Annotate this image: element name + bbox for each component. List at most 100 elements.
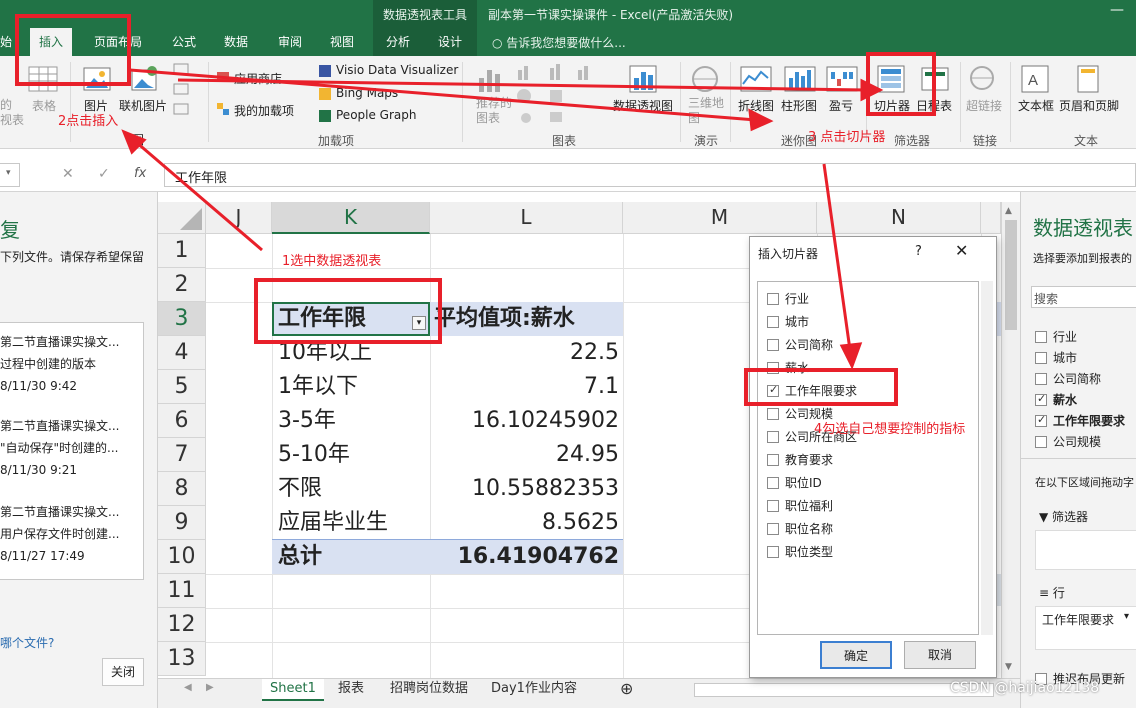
add-sheet-icon[interactable]: ⊕ bbox=[620, 679, 633, 701]
row-header-8[interactable]: 8 bbox=[158, 472, 206, 506]
chip-dropdown-icon[interactable]: ▾ bbox=[1124, 611, 1129, 622]
slicer-field-industry[interactable]: 行业 bbox=[767, 290, 809, 307]
checkbox[interactable] bbox=[767, 293, 779, 305]
help-icon[interactable]: ? bbox=[915, 244, 922, 259]
checkbox[interactable] bbox=[1035, 436, 1047, 448]
recovery-file-item[interactable]: 第二节直播课实操文... 用户保存文件时创建... 8/11/27 17:49 bbox=[0, 501, 119, 567]
close-icon[interactable]: ✕ bbox=[955, 241, 968, 260]
column-header-partial[interactable] bbox=[981, 202, 1001, 234]
column-header-K[interactable]: K bbox=[272, 202, 430, 234]
recommended-charts-button[interactable]: 推荐的 图表 bbox=[476, 96, 512, 126]
bing-maps-addin[interactable]: Bing Maps bbox=[336, 86, 398, 100]
tab-view[interactable]: 视图 bbox=[330, 33, 354, 50]
name-box-dropdown-icon[interactable]: ▾ bbox=[6, 168, 11, 178]
checkbox[interactable] bbox=[1035, 352, 1047, 364]
tell-me-box[interactable]: ○ 告诉我您想要做什么... bbox=[492, 34, 626, 51]
my-addins-button[interactable]: 我的加载项 bbox=[234, 102, 294, 119]
checkbox[interactable] bbox=[767, 316, 779, 328]
visio-addin[interactable]: Visio Data Visualizer bbox=[336, 63, 458, 77]
prev-sheet-icon[interactable]: ◀ bbox=[184, 682, 192, 693]
cancel-icon[interactable]: ✕ bbox=[62, 166, 74, 182]
line-sparkline-button[interactable]: 折线图 bbox=[738, 97, 774, 114]
which-file-link[interactable]: 哪个文件? bbox=[0, 634, 54, 651]
textbox-button[interactable]: 文本框 bbox=[1018, 97, 1054, 114]
filters-drop-area[interactable] bbox=[1035, 530, 1136, 570]
checkbox[interactable] bbox=[1035, 331, 1047, 343]
checkbox[interactable] bbox=[767, 454, 779, 466]
sheet-tab-report[interactable]: 报表 bbox=[338, 679, 364, 701]
field-city[interactable]: 城市 bbox=[1035, 349, 1077, 366]
scroll-up-icon[interactable]: ▲ bbox=[1005, 206, 1012, 216]
pivot-row-value[interactable]: 24.95 bbox=[430, 438, 619, 472]
slicer-field-city[interactable]: 城市 bbox=[767, 313, 809, 330]
3d-map-button[interactable]: 三维地 图 bbox=[688, 96, 724, 126]
pivot-row-label[interactable]: 应届毕业生 bbox=[278, 506, 388, 540]
row-header-1[interactable]: 1 bbox=[158, 234, 206, 268]
checkbox-checked[interactable] bbox=[1035, 392, 1047, 406]
dialog-scrollbar[interactable] bbox=[981, 281, 993, 635]
tab-formulas[interactable]: 公式 bbox=[172, 33, 196, 50]
checkbox[interactable] bbox=[767, 546, 779, 558]
row-header-13[interactable]: 13 bbox=[158, 642, 206, 676]
recovery-file-item[interactable]: 第二节直播课实操文... "自动保存"时创建的... 8/11/30 9:21 bbox=[0, 415, 119, 481]
tab-data[interactable]: 数据 bbox=[224, 33, 248, 50]
sheet-tab-day1[interactable]: Day1作业内容 bbox=[491, 679, 577, 701]
vertical-scrollbar[interactable]: ▲ ▼ bbox=[1001, 202, 1020, 678]
checkbox[interactable] bbox=[767, 431, 779, 443]
next-sheet-icon[interactable]: ▶ bbox=[206, 682, 214, 693]
cancel-button[interactable]: 取消 bbox=[904, 641, 976, 669]
winloss-sparkline-button[interactable]: 盈亏 bbox=[829, 97, 853, 114]
close-button[interactable]: 关闭 bbox=[102, 658, 144, 686]
row-header-5[interactable]: 5 bbox=[158, 370, 206, 404]
sheet-tab-sheet1[interactable]: Sheet1 bbox=[262, 679, 324, 701]
row-header-6[interactable]: 6 bbox=[158, 404, 206, 438]
ok-button[interactable]: 确定 bbox=[820, 641, 892, 669]
pivot-row-value[interactable]: 16.10245902 bbox=[430, 404, 619, 438]
column-header-J[interactable]: J bbox=[206, 202, 272, 234]
checkbox[interactable] bbox=[767, 408, 779, 420]
field-company[interactable]: 公司简称 bbox=[1035, 370, 1101, 387]
horizontal-scrollbar[interactable] bbox=[694, 683, 994, 697]
slicer-field-job-name[interactable]: 职位名称 bbox=[767, 520, 833, 537]
enter-icon[interactable]: ✓ bbox=[98, 166, 110, 182]
pivot-row-value[interactable]: 7.1 bbox=[430, 370, 619, 404]
slicer-field-job-id[interactable]: 职位ID bbox=[767, 474, 822, 491]
recovery-file-item[interactable]: 第二节直播课实操文... 过程中创建的版本 8/11/30 9:42 bbox=[0, 331, 119, 397]
checkbox[interactable] bbox=[1035, 373, 1047, 385]
row-header-9[interactable]: 9 bbox=[158, 506, 206, 540]
row-header-2[interactable]: 2 bbox=[158, 268, 206, 302]
sheet-tab-recruit[interactable]: 招聘岗位数据 bbox=[390, 679, 468, 701]
field-experience[interactable]: 工作年限要求 bbox=[1035, 412, 1125, 429]
pivot-chart-button[interactable]: 数据透视图 bbox=[613, 97, 673, 114]
select-all-corner[interactable] bbox=[158, 202, 206, 234]
minimize-button[interactable]: — bbox=[1110, 2, 1124, 18]
row-header-11[interactable]: 11 bbox=[158, 574, 206, 608]
checkbox[interactable] bbox=[767, 500, 779, 512]
column-header-N[interactable]: N bbox=[817, 202, 981, 234]
pivot-row-value[interactable]: 22.5 bbox=[430, 336, 619, 370]
slicer-field-benefits[interactable]: 职位福利 bbox=[767, 497, 833, 514]
scroll-down-icon[interactable]: ▼ bbox=[1005, 662, 1012, 672]
column-sparkline-button[interactable]: 柱形图 bbox=[781, 97, 817, 114]
field-industry[interactable]: 行业 bbox=[1035, 328, 1077, 345]
row-header-3[interactable]: 3 bbox=[158, 302, 206, 336]
formula-input[interactable]: 工作年限 bbox=[164, 163, 1136, 187]
pivot-table-button[interactable]: 的 视表 bbox=[0, 98, 24, 128]
hyperlink-button[interactable]: 超链接 bbox=[966, 97, 1002, 114]
pivot-row-value[interactable]: 10.55882353 bbox=[430, 472, 619, 506]
tab-analyze[interactable]: 分析 bbox=[386, 33, 410, 50]
tab-home[interactable]: 始 bbox=[0, 33, 12, 50]
field-search-input[interactable]: 搜索 bbox=[1031, 286, 1136, 308]
slicer-field-job-type[interactable]: 职位类型 bbox=[767, 543, 833, 560]
slicer-field-company[interactable]: 公司简称 bbox=[767, 336, 833, 353]
rows-drop-area[interactable]: 工作年限要求 ▾ bbox=[1035, 606, 1136, 650]
app-store-button[interactable]: 应用商店 bbox=[234, 70, 282, 87]
pivot-row-value[interactable]: 8.5625 bbox=[430, 506, 619, 540]
online-picture-button[interactable]: 联机图片 bbox=[119, 97, 167, 114]
row-header-12[interactable]: 12 bbox=[158, 608, 206, 642]
scrollbar-thumb[interactable] bbox=[1005, 220, 1017, 330]
field-company-size[interactable]: 公司规模 bbox=[1035, 433, 1101, 450]
tab-design[interactable]: 设计 bbox=[438, 33, 462, 50]
pivot-row-label[interactable]: 5-10年 bbox=[278, 438, 350, 472]
column-header-L[interactable]: L bbox=[430, 202, 623, 234]
